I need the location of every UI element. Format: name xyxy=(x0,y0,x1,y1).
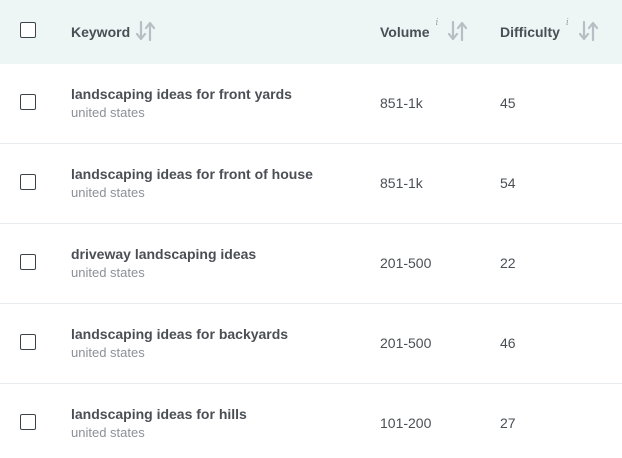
sort-icon[interactable] xyxy=(578,20,599,45)
row-checkbox[interactable] xyxy=(20,414,36,430)
location-text: united states xyxy=(71,105,145,120)
difficulty-value: 22 xyxy=(500,255,516,271)
location-text: united states xyxy=(71,265,145,280)
keyword-text[interactable]: driveway landscaping ideas xyxy=(71,245,256,263)
row-checkbox[interactable] xyxy=(20,94,36,110)
keyword-text[interactable]: landscaping ideas for front of house xyxy=(71,165,313,183)
volume-value: 851-1k xyxy=(380,175,423,191)
location-text: united states xyxy=(71,345,145,360)
keyword-cell: driveway landscaping ideas united states xyxy=(71,245,256,282)
select-all-checkbox[interactable] xyxy=(20,22,36,38)
difficulty-header-label: Difficulty xyxy=(500,24,560,40)
table-row: driveway landscaping ideas united states… xyxy=(0,224,622,304)
keyword-cell: landscaping ideas for front of house uni… xyxy=(71,165,313,202)
keyword-text[interactable]: landscaping ideas for front yards xyxy=(71,85,292,103)
volume-value: 201-500 xyxy=(380,255,432,271)
volume-column-header[interactable]: Volume i xyxy=(380,0,468,64)
keyword-header-label: Keyword xyxy=(71,24,131,40)
row-checkbox[interactable] xyxy=(20,254,36,270)
row-checkbox[interactable] xyxy=(20,334,36,350)
volume-header-label: Volume xyxy=(380,24,430,40)
row-checkbox[interactable] xyxy=(20,174,36,190)
difficulty-value: 54 xyxy=(500,175,516,191)
table-row: landscaping ideas for front yards united… xyxy=(0,64,622,144)
table-row: landscaping ideas for backyards united s… xyxy=(0,304,622,384)
keyword-text[interactable]: landscaping ideas for hills xyxy=(71,405,247,423)
info-icon[interactable]: i xyxy=(436,18,439,28)
difficulty-value: 45 xyxy=(500,95,516,111)
location-text: united states xyxy=(71,185,145,200)
keyword-table: Keyword Volume i Difficulty i landscapin… xyxy=(0,0,622,458)
sort-icon[interactable] xyxy=(136,20,156,45)
difficulty-value: 27 xyxy=(500,415,516,431)
sort-icon[interactable] xyxy=(448,20,468,45)
volume-value: 101-200 xyxy=(380,415,432,431)
volume-value: 851-1k xyxy=(380,95,423,111)
location-text: united states xyxy=(71,425,145,440)
volume-value: 201-500 xyxy=(380,335,432,351)
difficulty-value: 46 xyxy=(500,335,516,351)
table-row: landscaping ideas for front of house uni… xyxy=(0,144,622,224)
keyword-text[interactable]: landscaping ideas for backyards xyxy=(71,325,288,343)
keyword-cell: landscaping ideas for backyards united s… xyxy=(71,325,288,362)
table-row: landscaping ideas for hills united state… xyxy=(0,384,622,458)
keyword-cell: landscaping ideas for hills united state… xyxy=(71,405,247,442)
info-icon[interactable]: i xyxy=(566,18,569,28)
difficulty-column-header[interactable]: Difficulty i xyxy=(500,0,599,64)
table-header: Keyword Volume i Difficulty i xyxy=(0,0,622,64)
keyword-column-header[interactable]: Keyword xyxy=(71,0,156,64)
keyword-cell: landscaping ideas for front yards united… xyxy=(71,85,292,122)
